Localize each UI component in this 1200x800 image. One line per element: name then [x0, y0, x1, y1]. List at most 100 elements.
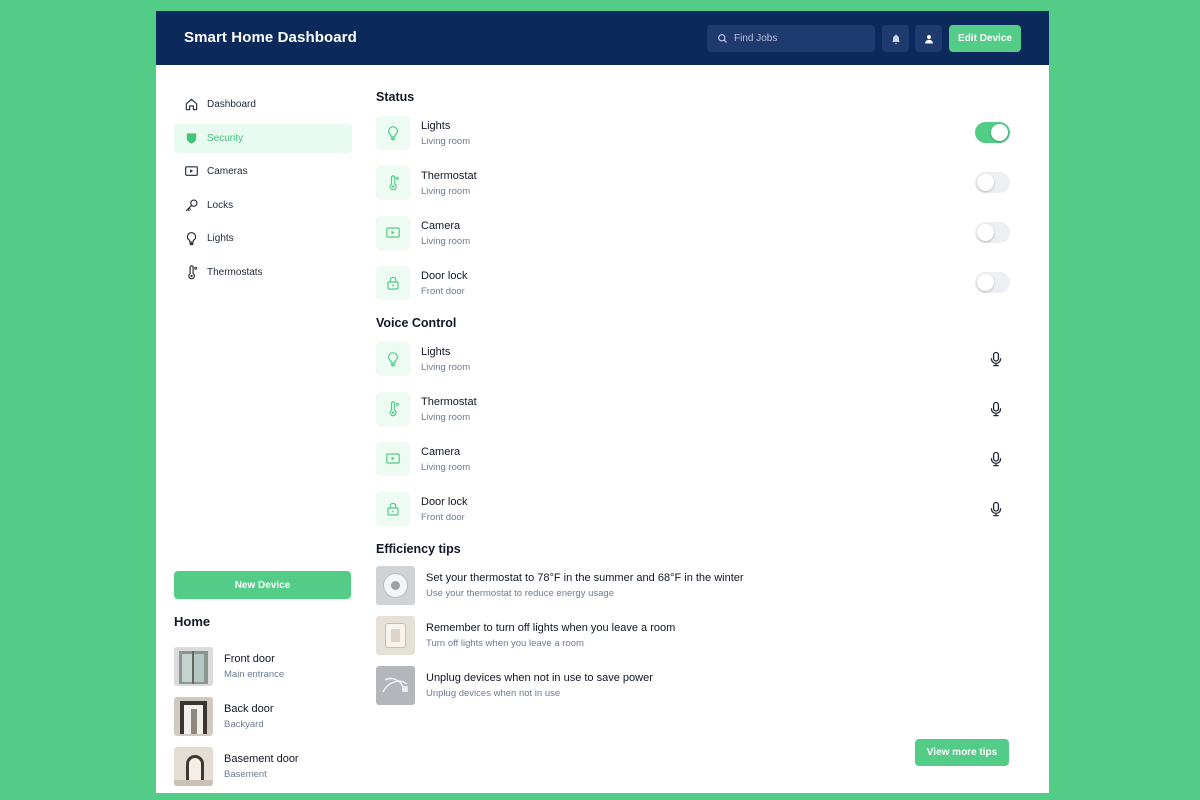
home-item-sub: Main entrance	[224, 668, 285, 680]
voice-row-thermostat: Thermostat Living room	[376, 384, 1016, 434]
app-title: Smart Home Dashboard	[184, 29, 357, 46]
home-item-name: Front door	[224, 652, 275, 665]
profile-button[interactable]	[915, 25, 942, 52]
search-icon	[717, 33, 728, 44]
device-name: Camera	[421, 445, 461, 458]
basement-door-photo	[174, 746, 213, 786]
device-name: Lights	[421, 119, 451, 132]
device-name: Lights	[421, 345, 451, 358]
bulb-icon	[376, 116, 410, 150]
sidebar-item-cameras[interactable]: Cameras	[174, 157, 352, 186]
sidebar-nav: Dashboard Security Cameras Locks Lights …	[174, 90, 352, 291]
bell-icon	[890, 33, 902, 45]
door-lock-toggle[interactable]	[975, 272, 1010, 293]
sidebar-item-label: Thermostats	[207, 266, 263, 278]
sidebar-item-lights[interactable]: Lights	[174, 224, 352, 253]
camera-toggle[interactable]	[975, 222, 1010, 243]
user-icon	[923, 33, 935, 45]
list-item-front-door[interactable]: Front door Main entrance	[174, 641, 354, 691]
tips-section-title: Efficiency tips	[376, 542, 461, 556]
mic-icon[interactable]	[986, 399, 1006, 419]
status-row-thermostat: Thermostat Living room	[376, 158, 1016, 208]
tip-row-lights[interactable]: Remember to turn off lights when you lea…	[376, 610, 1016, 660]
device-location: Front door	[421, 511, 465, 523]
home-section-title: Home	[174, 614, 211, 629]
tip-title: Remember to turn off lights when you lea…	[426, 621, 676, 634]
device-location: Living room	[421, 135, 471, 147]
lights-toggle[interactable]	[975, 122, 1010, 143]
back-door-photo	[174, 696, 213, 736]
sidebar-item-dashboard[interactable]: Dashboard	[174, 90, 352, 119]
tip-row-thermostat[interactable]: Set your thermostat to 78°F in the summe…	[376, 560, 1016, 610]
sidebar-item-label: Locks	[207, 199, 234, 211]
video-icon	[376, 442, 410, 476]
voice-row-lights: Lights Living room	[376, 334, 1016, 384]
mic-icon[interactable]	[986, 349, 1006, 369]
view-more-tips-button[interactable]: View more tips	[915, 739, 1009, 766]
sidebar-item-locks[interactable]: Locks	[174, 191, 352, 220]
toggle-knob	[991, 124, 1008, 141]
status-section-title: Status	[376, 90, 415, 104]
thermostat-photo	[376, 565, 415, 605]
main-content: Status Lights Living room Thermostat Liv…	[376, 90, 1016, 710]
home-item-name: Basement door	[224, 752, 299, 765]
status-list: Lights Living room Thermostat Living roo…	[376, 108, 1016, 308]
status-row-camera: Camera Living room	[376, 208, 1016, 258]
plug-photo	[376, 665, 415, 705]
front-door-photo	[174, 646, 213, 686]
tip-row-unplug[interactable]: Unplug devices when not in use to save p…	[376, 660, 1016, 710]
sidebar-item-label: Dashboard	[207, 99, 256, 110]
thermometer-icon	[183, 264, 199, 280]
home-item-sub: Backyard	[224, 718, 264, 730]
sidebar-item-label: Cameras	[207, 166, 248, 177]
edit-device-button[interactable]: Edit Device	[949, 25, 1021, 52]
bulb-icon	[376, 342, 410, 376]
home-item-name: Back door	[224, 702, 274, 715]
home-icon	[183, 97, 199, 113]
tip-subtitle: Unplug devices when not in use	[426, 687, 561, 699]
home-item-sub: Basement	[224, 768, 267, 780]
device-name: Door lock	[421, 269, 468, 282]
list-item-basement-door[interactable]: Basement door Basement	[174, 741, 354, 791]
device-location: Living room	[421, 461, 471, 473]
sidebar-item-label: Lights	[207, 233, 234, 244]
search-input[interactable]	[734, 33, 864, 44]
status-row-lights: Lights Living room	[376, 108, 1016, 158]
bulb-icon	[183, 231, 199, 247]
tips-list: Set your thermostat to 78°F in the summe…	[376, 560, 1016, 710]
list-item-back-door[interactable]: Back door Backyard	[174, 691, 354, 741]
light-switch-photo	[376, 615, 415, 655]
toggle-knob	[977, 274, 994, 291]
device-location: Living room	[421, 411, 471, 423]
device-name: Thermostat	[421, 395, 477, 408]
voice-section-title: Voice Control	[376, 316, 457, 330]
sidebar-item-security[interactable]: Security	[174, 123, 352, 153]
lock-icon	[376, 266, 410, 300]
device-location: Living room	[421, 235, 471, 247]
tip-subtitle: Use your thermostat to reduce energy usa…	[426, 587, 614, 599]
video-icon	[376, 216, 410, 250]
device-name: Thermostat	[421, 169, 477, 182]
search-box[interactable]	[707, 25, 875, 52]
tip-title: Unplug devices when not in use to save p…	[426, 671, 653, 684]
mic-icon[interactable]	[986, 499, 1006, 519]
video-icon	[183, 164, 199, 180]
sidebar-item-thermostats[interactable]: Thermostats	[174, 258, 352, 287]
tip-subtitle: Turn off lights when you leave a room	[426, 637, 584, 649]
toggle-knob	[977, 174, 994, 191]
thermostat-toggle[interactable]	[975, 172, 1010, 193]
voice-row-door-lock: Door lock Front door	[376, 484, 1016, 534]
new-device-button[interactable]: New Device	[174, 571, 351, 599]
notifications-button[interactable]	[882, 25, 909, 52]
tip-title: Set your thermostat to 78°F in the summe…	[426, 571, 744, 584]
thermometer-icon	[376, 166, 410, 200]
lock-icon	[376, 492, 410, 526]
device-location: Front door	[421, 285, 465, 297]
mic-icon[interactable]	[986, 449, 1006, 469]
key-icon	[183, 197, 199, 213]
thermometer-icon	[376, 392, 410, 426]
sidebar-item-label: Security	[207, 132, 244, 144]
app-window: Smart Home Dashboard Edit Device Dashboa…	[156, 11, 1049, 793]
device-name: Camera	[421, 219, 461, 232]
device-location: Living room	[421, 185, 471, 197]
